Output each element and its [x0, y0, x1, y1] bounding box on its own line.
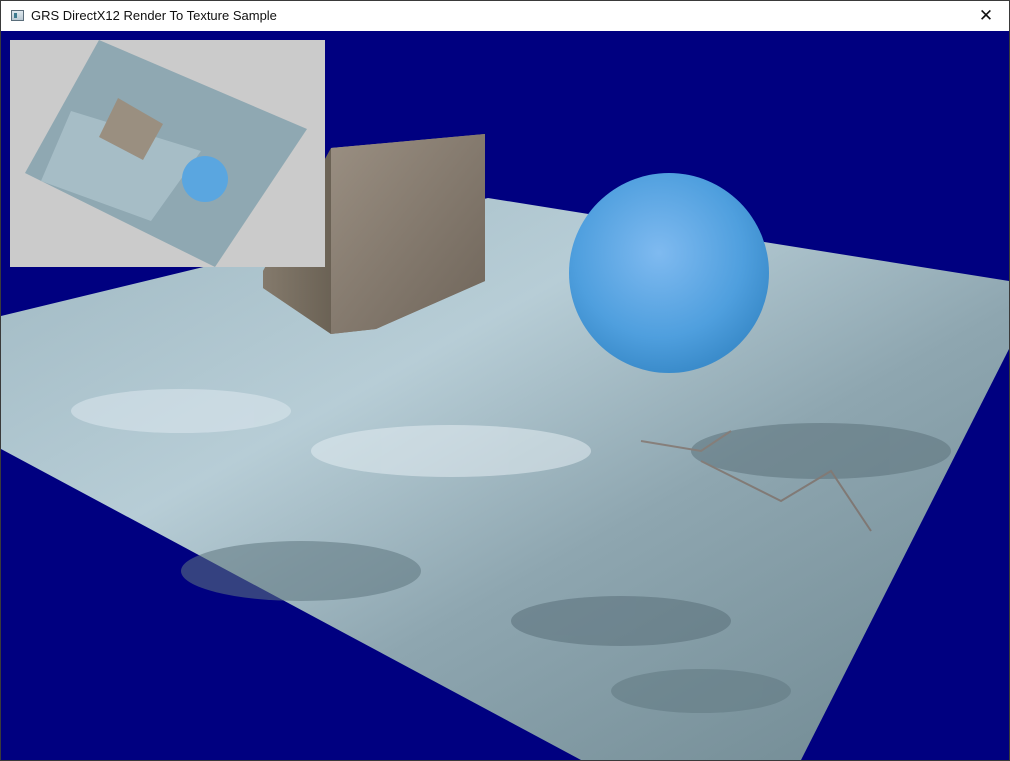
title-bar[interactable]: GRS DirectX12 Render To Texture Sample ✕: [1, 1, 1009, 31]
scene-canvas: [1, 40, 1009, 760]
close-button[interactable]: ✕: [963, 1, 1009, 31]
render-viewport[interactable]: [1, 31, 1009, 760]
app-window-icon: [11, 10, 24, 21]
app-window: GRS DirectX12 Render To Texture Sample ✕: [0, 0, 1010, 761]
textured-sphere: [569, 173, 769, 373]
window-title: GRS DirectX12 Render To Texture Sample: [31, 8, 277, 23]
close-icon: ✕: [978, 6, 994, 25]
render-texture-preview: [10, 40, 325, 267]
preview-sphere: [182, 156, 228, 202]
floor-plane: [1, 198, 1009, 760]
